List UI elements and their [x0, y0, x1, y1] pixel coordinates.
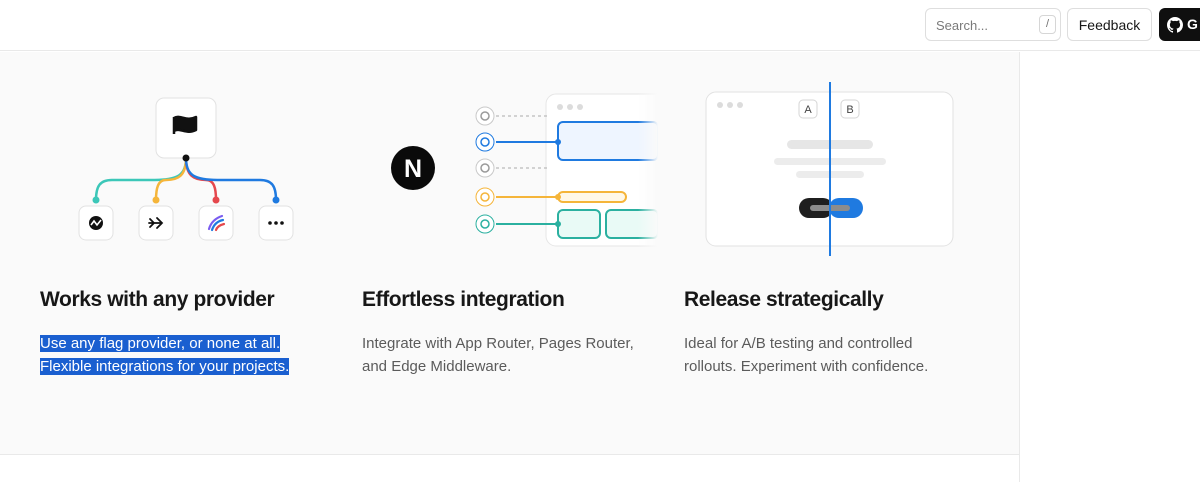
eye-icon-1 [475, 106, 495, 126]
ab-test-illustration: A B [705, 82, 954, 256]
eye-icon-4 [475, 187, 495, 207]
feature-desc-release: Ideal for A/B testing and controlled rol… [684, 332, 984, 378]
feature-desc-release-line2: rollouts. Experiment with confidence. [684, 358, 929, 375]
search-box[interactable]: / [925, 8, 1061, 41]
feature-desc-provider-line2: Flexible integrations for your projects. [40, 358, 290, 375]
provider-logo-icon [89, 216, 103, 230]
right-panel [1021, 52, 1200, 482]
search-input[interactable] [936, 15, 1036, 35]
nextjs-logo-letter: N [404, 155, 422, 183]
variant-a-label: A [804, 104, 812, 116]
bottom-section [0, 454, 1020, 482]
root-node-dot [182, 154, 190, 162]
feature-desc-integration: Integrate with App Router, Pages Router,… [362, 332, 662, 378]
github-button[interactable]: G [1159, 8, 1200, 41]
features-section: Works with any provider Use any flag pro… [0, 52, 1020, 454]
feature-desc-integration-line1: Integrate with App Router, Pages Router, [362, 335, 634, 352]
feature-title-release: Release strategically [684, 288, 884, 311]
github-label: G [1187, 16, 1198, 32]
more-icon [268, 221, 284, 225]
provider-tree-illustration [78, 97, 294, 241]
feature-title-provider: Works with any provider [40, 288, 275, 311]
yellow-bar [557, 191, 627, 203]
teal-panel-1 [557, 209, 601, 239]
feedback-button[interactable]: Feedback [1067, 8, 1152, 41]
feature-desc-provider-line1: Use any flag provider, or none at all. [40, 335, 281, 352]
eye-icon-5 [475, 214, 495, 234]
search-shortcut-key: / [1039, 15, 1056, 34]
eye-icon-2 [475, 132, 495, 152]
feature-title-integration: Effortless integration [362, 288, 565, 311]
feature-desc-provider: Use any flag provider, or none at all. F… [40, 332, 340, 378]
eye-icon-3 [475, 158, 495, 178]
top-bar: / Feedback G [0, 0, 1200, 51]
connector-blue [184, 157, 278, 201]
feature-desc-integration-line2: and Edge Middleware. [362, 358, 512, 375]
variant-b-label: B [846, 104, 853, 116]
integration-illustration: N [391, 88, 658, 258]
github-icon [1167, 17, 1184, 33]
feature-desc-release-line1: Ideal for A/B testing and controlled [684, 335, 913, 352]
